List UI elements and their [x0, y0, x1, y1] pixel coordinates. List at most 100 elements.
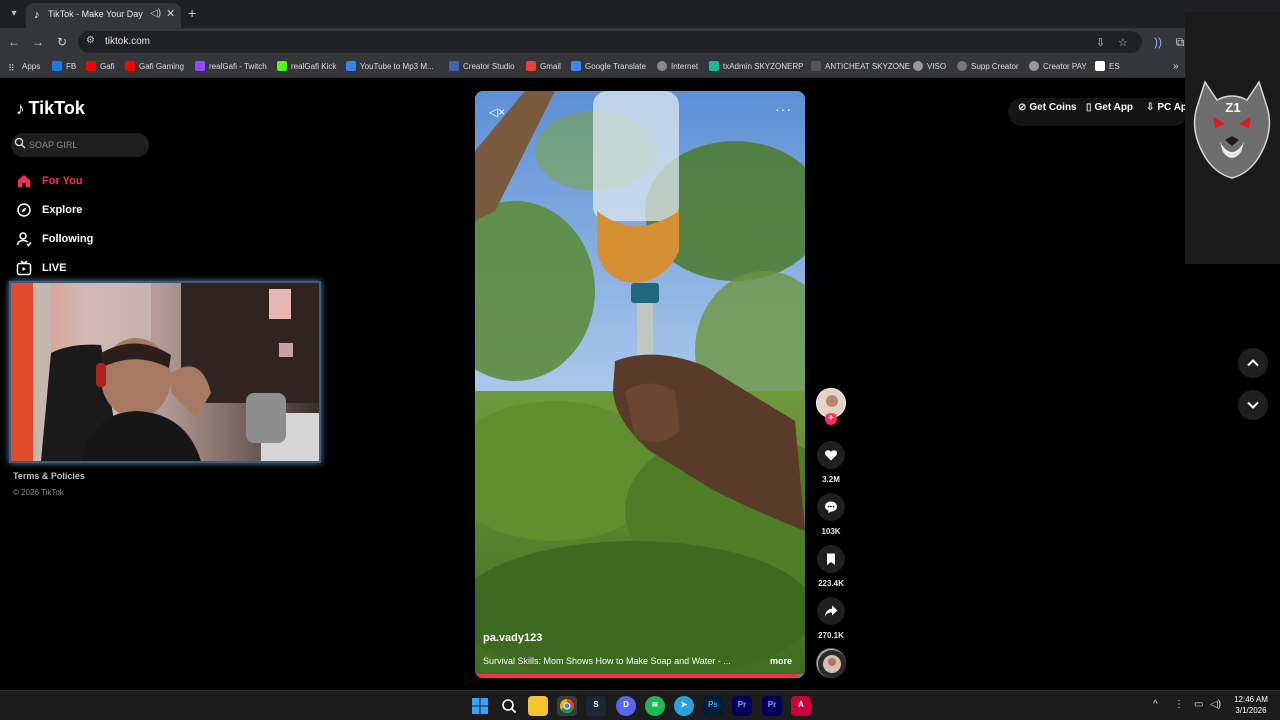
comment-icon — [825, 501, 837, 513]
bookmark-item[interactable]: Google Translate — [571, 61, 646, 73]
telegram-icon[interactable]: ➤ — [674, 696, 694, 716]
app-icon[interactable]: A — [791, 696, 811, 716]
bookmark-item[interactable]: ⠿ Apps — [8, 61, 40, 73]
search-input[interactable] — [29, 137, 144, 153]
browser-tab[interactable]: ♪ TikTok - Make Your Day ◁) ✕ — [26, 3, 181, 28]
share-button[interactable] — [817, 597, 845, 625]
save-button[interactable] — [817, 545, 845, 573]
caption-more-link[interactable]: more — [770, 656, 792, 666]
twitch-icon — [195, 61, 205, 71]
reload-icon[interactable]: ↻ — [54, 34, 70, 50]
bookmark-item[interactable]: Gmail — [526, 61, 561, 73]
video-frame-image — [475, 91, 805, 678]
comment-button[interactable] — [817, 493, 845, 521]
file-explorer-icon[interactable] — [528, 696, 548, 716]
install-app-icon[interactable]: ⇩ — [1096, 36, 1105, 49]
tab-search-icon[interactable]: ▾ — [6, 6, 22, 22]
forward-icon[interactable]: → — [30, 34, 46, 50]
facebook-icon — [52, 61, 62, 71]
tiktok-favicon-icon: ♪ — [34, 9, 40, 21]
address-url[interactable]: tiktok.com — [105, 36, 150, 47]
previous-video-button[interactable] — [1238, 348, 1268, 378]
tab-title: TikTok - Make Your Day — [48, 9, 143, 19]
tiktok-logo[interactable]: ♪ TikTok — [16, 98, 85, 119]
bookmark-item[interactable]: realGafi Kick — [277, 61, 336, 73]
bookmark-item[interactable]: Creator PAY — [1029, 61, 1087, 73]
video-player[interactable]: ◁× ··· pa.vady123 Survival Skills: Mom S… — [475, 91, 805, 678]
streamer-badge-text: Z1 — [1225, 100, 1240, 115]
bookmark-item[interactable]: VISO — [913, 61, 946, 73]
follow-plus-icon[interactable]: + — [825, 413, 837, 425]
system-clock[interactable]: 12:46 AM 3/1/2026 — [1226, 694, 1276, 716]
bookmarks-overflow-icon[interactable]: » — [1173, 61, 1179, 73]
video-caption: Survival Skills: Mom Shows How to Make S… — [483, 656, 731, 666]
tiktok-page: ♪TikTok For You Explore Following LIVE — [0, 78, 1280, 690]
photoshop-icon[interactable]: Ps — [703, 696, 723, 716]
display-icon[interactable]: ▭ — [1194, 699, 1203, 710]
kick-icon — [277, 61, 287, 71]
meta-icon — [449, 61, 459, 71]
taskbar-search-icon[interactable] — [499, 696, 519, 716]
steam-icon[interactable]: S — [586, 696, 606, 716]
search-box[interactable] — [11, 133, 149, 157]
video-mute-icon[interactable]: ◁× — [489, 105, 505, 119]
chrome-icon[interactable] — [557, 696, 577, 716]
bookmark-icon — [827, 553, 835, 565]
volume-icon[interactable]: ◁) — [1210, 699, 1221, 710]
bookmark-item[interactable]: ANTICHEAT SKYZONE — [811, 61, 910, 73]
back-icon[interactable]: ← — [6, 34, 22, 50]
bookmark-star-icon[interactable]: ☆ — [1118, 36, 1128, 49]
video-progress-bar[interactable] — [475, 674, 805, 678]
windows-start-icon[interactable] — [470, 696, 490, 716]
tab-audio-icon[interactable]: ◁) — [150, 8, 161, 19]
new-tab-icon[interactable]: + — [188, 5, 196, 21]
youtube-icon — [86, 61, 96, 71]
globe-icon — [913, 61, 923, 71]
streamer-logo-overlay: Z1 — [1185, 12, 1280, 264]
extension-icon[interactable]: )) — [1150, 34, 1166, 50]
clock-date: 3/1/2026 — [1235, 706, 1267, 715]
bookmark-item[interactable]: ES — [1095, 61, 1120, 73]
spotify-icon[interactable]: ≋ — [645, 696, 665, 716]
heart-icon — [824, 450, 838, 461]
download-icon: ⇩ — [1146, 102, 1155, 113]
get-app-button[interactable]: ▯ Get App — [1086, 102, 1133, 113]
bookmark-item[interactable]: realGafi - Twitch — [195, 61, 267, 73]
live-icon — [16, 260, 32, 276]
copyright-text: © 2026 TikTok — [13, 488, 64, 497]
terms-link[interactable]: Terms & Policies — [13, 471, 85, 481]
premiere-icon[interactable]: Pr — [732, 696, 752, 716]
browser-tabstrip: ▾ ♪ TikTok - Make Your Day ◁) ✕ + — [0, 0, 1280, 28]
shield-icon — [811, 61, 821, 71]
coin-icon: ⊘ — [1018, 102, 1027, 113]
tab-close-icon[interactable]: ✕ — [166, 7, 175, 20]
comment-count: 103K — [821, 527, 841, 536]
music-disc-icon — [818, 650, 846, 678]
clock-time: 12:46 AM — [1234, 695, 1268, 704]
apps-grid-icon: ⠿ — [8, 63, 15, 73]
bookmark-item[interactable]: Gafi — [86, 61, 115, 73]
premiere-icon-2[interactable]: Pr — [762, 696, 782, 716]
bookmark-item[interactable]: Supp Creator — [957, 61, 1019, 73]
discord-icon[interactable]: D — [616, 696, 636, 716]
gmail-icon — [526, 61, 536, 71]
microphone-icon[interactable]: ⋮ — [1174, 699, 1184, 710]
bookmark-item[interactable]: Gafi Gaming — [125, 61, 184, 73]
get-coins-button[interactable]: ⊘ Get Coins — [1018, 102, 1077, 113]
like-button[interactable] — [817, 441, 845, 469]
tray-overflow-icon[interactable]: ^ — [1153, 699, 1158, 710]
video-more-icon[interactable]: ··· — [775, 101, 792, 117]
next-video-button[interactable] — [1238, 390, 1268, 420]
site-info-icon[interactable]: ⚙ — [86, 35, 95, 46]
video-author[interactable]: pa.vady123 — [483, 632, 542, 644]
wolf-logo: Z1 — [1185, 12, 1280, 264]
pc-app-button[interactable]: ⇩ PC Ap — [1146, 102, 1187, 113]
bookmark-item[interactable]: YouTube to Mp3 M... — [346, 61, 434, 73]
address-bar[interactable]: ⚙ tiktok.com ⇩ ☆ — [78, 31, 1142, 53]
bookmark-item[interactable]: txAdmin SKYZONERP — [709, 61, 803, 73]
music-disc-avatar[interactable] — [816, 648, 846, 678]
bookmark-item[interactable]: FB — [52, 61, 76, 73]
tiktok-note-icon: ♪ — [16, 99, 25, 118]
bookmark-item[interactable]: Creator Studio — [449, 61, 515, 73]
bookmark-item[interactable]: Internet — [657, 61, 698, 73]
